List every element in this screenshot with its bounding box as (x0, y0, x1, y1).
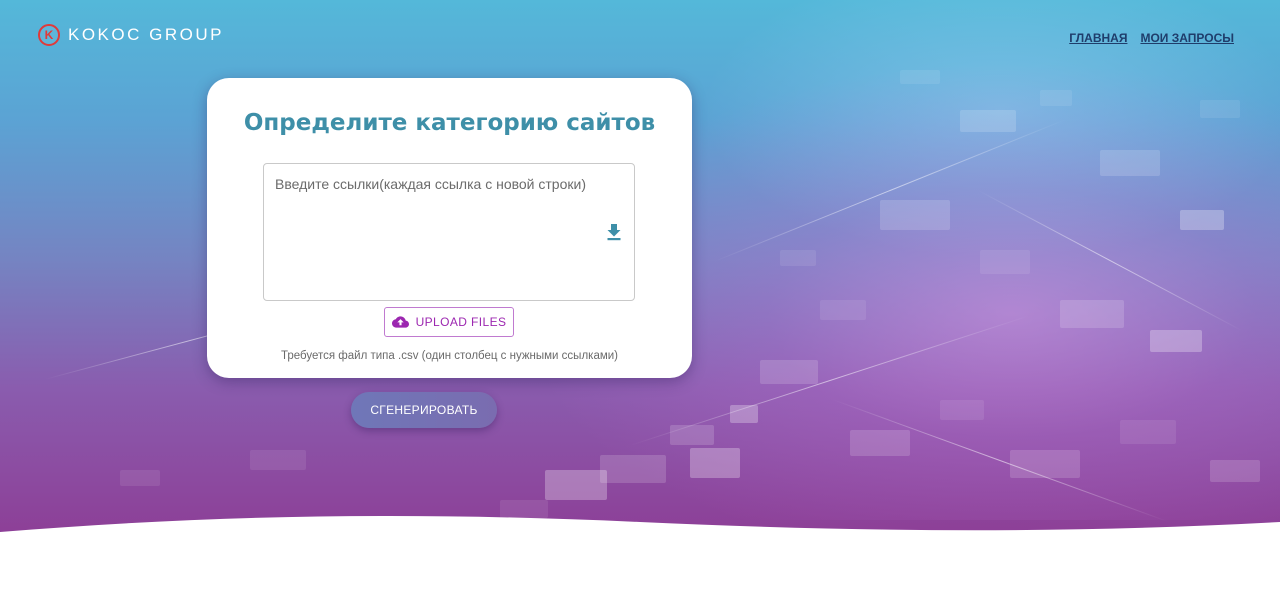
links-input-container (263, 163, 635, 301)
bg-tile (940, 400, 984, 420)
card-title: Определите категорию сайтов (243, 110, 656, 136)
bg-tile (1210, 460, 1260, 482)
bg-tile (600, 455, 666, 483)
bg-tile (1120, 420, 1176, 444)
bg-tile (780, 250, 816, 266)
bg-tile (900, 70, 940, 84)
links-textarea[interactable] (264, 164, 634, 300)
generate-button[interactable]: СГЕНЕРИРОВАТЬ (351, 392, 497, 428)
brand-logo[interactable]: K KOKOC GROUP (38, 24, 224, 46)
top-nav: ГЛАВНАЯ МОИ ЗАПРОСЫ (1069, 31, 1234, 45)
page: K KOKOC GROUP ГЛАВНАЯ МОИ ЗАПРОСЫ Опреде… (0, 0, 1280, 595)
logo-mark-icon: K (38, 24, 60, 46)
bg-tile (850, 430, 910, 456)
bg-tile (1060, 300, 1124, 328)
bg-tile (250, 450, 306, 470)
bg-tile (1200, 100, 1240, 118)
nav-link-home[interactable]: ГЛАВНАЯ (1069, 31, 1127, 45)
logo-text: KOKOC GROUP (68, 25, 224, 44)
bg-tile (1150, 330, 1202, 352)
bg-tile (820, 300, 866, 320)
bg-tile (120, 470, 160, 486)
bg-tile (670, 425, 714, 445)
bg-tile (1010, 450, 1080, 478)
bg-tile (980, 250, 1030, 274)
file-requirement-hint: Требуется файл типа .csv (один столбец с… (280, 350, 618, 362)
download-icon[interactable] (606, 223, 622, 241)
hero-wave-divider (0, 516, 1280, 595)
bg-tile (760, 360, 818, 384)
bg-tile (880, 200, 950, 230)
upload-files-button[interactable]: UPLOAD FILES (384, 307, 514, 337)
bg-tile (1040, 90, 1072, 106)
upload-files-label: UPLOAD FILES (415, 315, 507, 329)
bg-tile (690, 448, 740, 478)
bg-tile (1180, 210, 1224, 230)
bg-tile (960, 110, 1016, 132)
bg-tile (1100, 150, 1160, 176)
cloud-upload-icon (391, 316, 409, 328)
site-category-card: Определите категорию сайтов UPLOAD FILES… (207, 78, 692, 378)
nav-link-my-requests[interactable]: МОИ ЗАПРОСЫ (1140, 31, 1234, 45)
bg-tile (545, 470, 607, 500)
